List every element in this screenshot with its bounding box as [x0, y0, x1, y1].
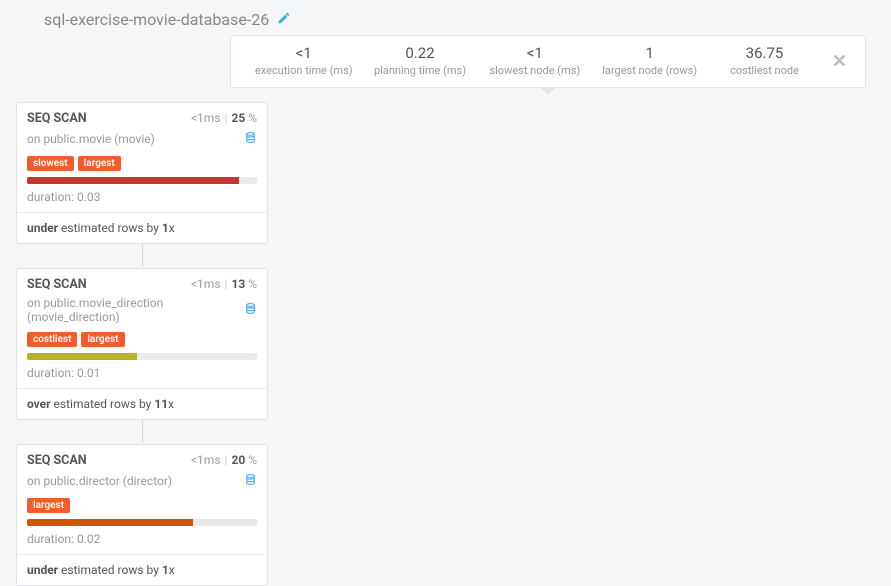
tag-slowest: slowest — [27, 156, 74, 171]
estimate-mid: estimated rows by — [58, 221, 162, 235]
duration-bar-fill — [27, 353, 137, 360]
node-op-title: SEQ SCAN — [27, 277, 87, 292]
database-icon — [244, 301, 257, 319]
node-relation-row: on public.movie_direction (movie_directi… — [17, 296, 267, 328]
node-tags: slowest largest — [17, 152, 267, 177]
duration-bar-fill — [27, 519, 193, 526]
close-icon[interactable]: ✕ — [822, 49, 851, 72]
duration-label: duration: — [27, 366, 77, 380]
duration-value: 0.01 — [77, 366, 100, 380]
stat-label: execution time (ms) — [255, 64, 353, 77]
stat-exec-time: <1 execution time (ms) — [245, 44, 363, 77]
stats-bar: <1 execution time (ms) 0.22 planning tim… — [230, 35, 866, 88]
stat-value: <1 — [255, 44, 353, 62]
estimate-direction: under — [27, 563, 58, 577]
node-percent: 13 — [231, 277, 245, 291]
stat-value: <1 — [487, 44, 582, 62]
tag-largest: largest — [27, 498, 70, 513]
node-relation-row: on public.movie (movie) — [17, 130, 267, 152]
estimate-row: over estimated rows by 11x — [17, 389, 267, 419]
estimate-direction: over — [27, 397, 51, 411]
estimate-factor: 11 — [154, 397, 168, 411]
node-tags: costliest largest — [17, 328, 267, 353]
tag-costliest: costliest — [27, 332, 77, 347]
estimate-factor: 1 — [162, 563, 169, 577]
stat-value: 36.75 — [717, 44, 812, 62]
node-op-title: SEQ SCAN — [27, 111, 87, 126]
tag-largest: largest — [81, 332, 124, 347]
page-title-row: sql-exercise-movie-database-26 — [0, 0, 891, 29]
stat-label: largest node (rows) — [602, 64, 697, 77]
node-header: SEQ SCAN <1ms |25 % — [17, 103, 267, 130]
duration-bar — [27, 177, 257, 184]
separator: | — [225, 453, 228, 467]
estimate-row: under estimated rows by 1x — [17, 555, 267, 585]
node-header: SEQ SCAN <1ms |20 % — [17, 445, 267, 472]
stat-value: 1 — [602, 44, 697, 62]
node-time: <1ms — [191, 111, 221, 125]
node-relation: on public.movie_direction (movie_directi… — [27, 296, 244, 324]
stat-label: planning time (ms) — [373, 64, 468, 77]
plan-tree: SEQ SCAN<1ms|25 %on public.movie (movie)… — [16, 102, 276, 586]
node-relation-row: on public.director (director) — [17, 472, 267, 494]
duration-row: duration: 0.02 — [17, 530, 267, 555]
node-percent: 25 — [231, 111, 245, 125]
stat-costliest: 36.75 costliest node — [707, 44, 822, 77]
estimate-suffix: x — [168, 397, 174, 411]
node-timing: <1ms |20 % — [191, 453, 257, 467]
plan-title: sql-exercise-movie-database-26 — [44, 10, 269, 29]
duration-row: duration: 0.01 — [17, 364, 267, 389]
node-timing: <1ms |13 % — [191, 277, 257, 291]
node-header: SEQ SCAN <1ms |13 % — [17, 269, 267, 296]
separator: | — [225, 277, 228, 291]
node-timing: <1ms |25 % — [191, 111, 257, 125]
tag-largest: largest — [78, 156, 121, 171]
node-relation: on public.director (director) — [27, 474, 172, 488]
duration-value: 0.03 — [77, 190, 100, 204]
duration-row: duration: 0.03 — [17, 188, 267, 213]
node-time: <1ms — [191, 277, 221, 291]
plan-node[interactable]: SEQ SCAN <1ms |25 % on public.movie (movie)… — [16, 102, 268, 244]
percent-suffix: % — [245, 453, 257, 467]
plan-node[interactable]: SEQ SCAN <1ms |20 % on public.director (dir… — [16, 444, 268, 586]
stat-largest: 1 largest node (rows) — [592, 44, 707, 77]
stat-label: slowest node (ms) — [487, 64, 582, 77]
node-op-title: SEQ SCAN — [27, 453, 87, 468]
database-icon — [244, 472, 257, 490]
stat-label: costliest node — [717, 64, 812, 77]
stat-slowest: <1 slowest node (ms) — [477, 44, 592, 77]
stat-plan-time: 0.22 planning time (ms) — [363, 44, 478, 77]
estimate-direction: under — [27, 221, 58, 235]
estimate-suffix: x — [169, 221, 175, 235]
estimate-suffix: x — [169, 563, 175, 577]
stat-value: 0.22 — [373, 44, 468, 62]
duration-label: duration: — [27, 532, 77, 546]
node-tags: largest — [17, 494, 267, 519]
database-icon — [244, 130, 257, 148]
percent-suffix: % — [245, 111, 257, 125]
estimate-mid: estimated rows by — [58, 563, 162, 577]
duration-bar — [27, 353, 257, 360]
separator: | — [225, 111, 228, 125]
duration-bar — [27, 519, 257, 526]
estimate-row: under estimated rows by 1x — [17, 213, 267, 243]
node-percent: 20 — [231, 453, 245, 467]
node-time: <1ms — [191, 453, 221, 467]
edit-icon[interactable] — [277, 10, 291, 29]
duration-value: 0.02 — [77, 532, 100, 546]
duration-label: duration: — [27, 190, 77, 204]
duration-bar-fill — [27, 177, 239, 184]
estimate-mid: estimated rows by — [51, 397, 155, 411]
plan-node[interactable]: SEQ SCAN <1ms |13 %on public.movie_directi… — [16, 268, 268, 420]
node-relation: on public.movie (movie) — [27, 132, 155, 146]
percent-suffix: % — [245, 277, 257, 291]
estimate-factor: 1 — [162, 221, 169, 235]
